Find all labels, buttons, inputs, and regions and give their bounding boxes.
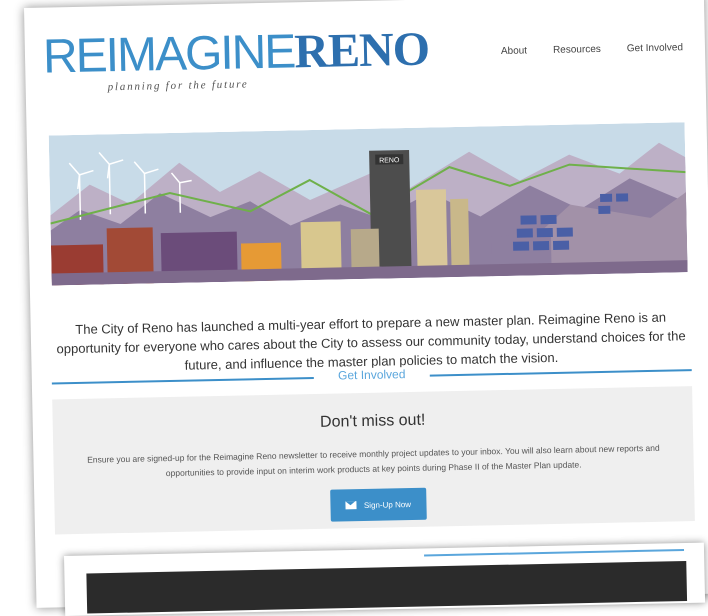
sign-up-button-label: Sign-Up Now	[363, 499, 412, 510]
preview-dark-banner	[86, 560, 688, 614]
signup-box-text: Ensure you are signed-up for the Reimagi…	[87, 442, 660, 479]
preview-divider-line	[424, 549, 685, 557]
envelope-icon	[345, 501, 357, 510]
signup-box-title: Don't miss out!	[319, 411, 426, 431]
second-page-preview	[64, 542, 706, 616]
section-heading-get-involved: Get Involved	[334, 367, 409, 383]
nav-resources[interactable]: Resources	[553, 44, 601, 56]
sign-up-button[interactable]: Sign-Up Now	[330, 487, 427, 522]
hero-building-sign: RENO	[379, 157, 400, 164]
nav-get-involved[interactable]: Get Involved	[627, 42, 683, 54]
hero-illustration: RENO	[48, 122, 688, 286]
website-page: REIMAGINERENO planning for the future Ab…	[24, 0, 708, 608]
newsletter-signup-box: Don't miss out! Ensure you are signed-up…	[52, 386, 695, 535]
logo-wordmark: REIMAGINERENO	[42, 22, 430, 84]
main-nav: About Resources Get Involved	[501, 42, 683, 57]
nav-about[interactable]: About	[501, 45, 527, 57]
site-logo[interactable]: REIMAGINERENO planning for the future	[42, 22, 430, 95]
logo-reno: RENO	[293, 22, 430, 79]
reno-skyline-illustration: RENO	[48, 122, 688, 286]
logo-reimagine: REIMAGINE	[42, 25, 295, 84]
